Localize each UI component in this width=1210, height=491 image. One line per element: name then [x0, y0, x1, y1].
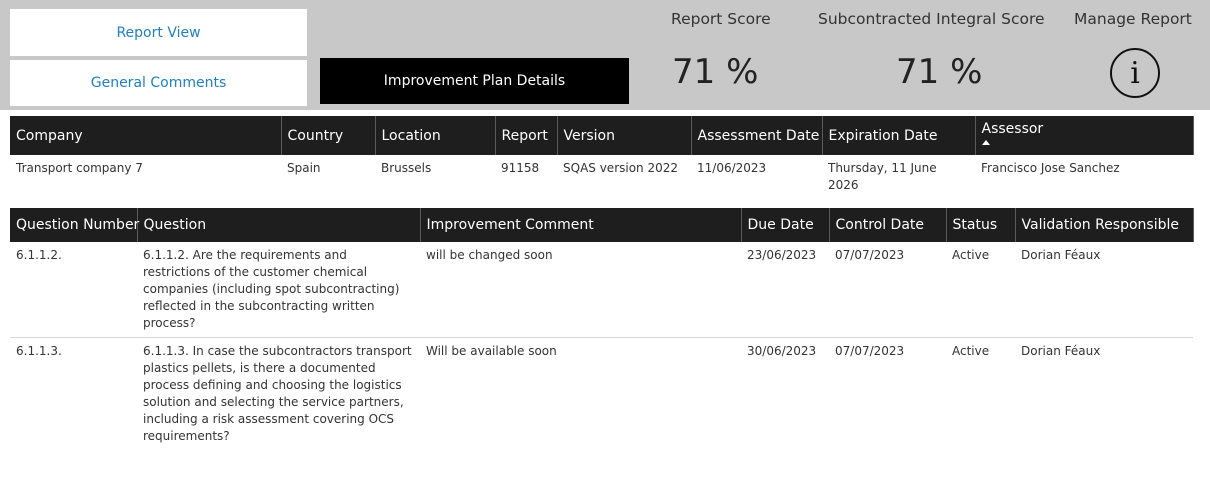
cell-status: Active: [952, 344, 990, 358]
report-header-row: Company Country Location Report Version …: [10, 116, 1194, 155]
col-due-date[interactable]: Due Date: [741, 208, 830, 242]
report-view-button[interactable]: Report View: [10, 9, 307, 56]
cell-assessor: Francisco Jose Sanchez: [981, 161, 1120, 175]
cell-question: 6.1.1.3. In case the subcontractors tran…: [143, 344, 412, 443]
cell-question-number: 6.1.1.3.: [16, 344, 62, 358]
col-report[interactable]: Report: [495, 116, 558, 155]
manage-report-label: Manage Report: [1074, 10, 1192, 28]
col-question-number[interactable]: Question Number: [10, 208, 139, 242]
col-assessment-date[interactable]: Assessment Date: [691, 116, 823, 155]
col-location[interactable]: Location: [375, 116, 496, 155]
cell-due-date: 30/06/2023: [747, 344, 817, 358]
col-company[interactable]: Company: [10, 116, 282, 155]
cell-question-number: 6.1.1.2.: [10, 242, 137, 338]
improvement-plan-table: Question Number Question Improvement Com…: [10, 208, 1194, 450]
report-score-label: Report Score: [671, 10, 771, 28]
cell-control-date: 07/07/2023: [835, 344, 905, 358]
col-control-date[interactable]: Control Date: [829, 208, 947, 242]
improvement-plan-button[interactable]: Improvement Plan Details: [320, 58, 629, 104]
cell-company: Transport company 7: [16, 161, 143, 175]
col-status[interactable]: Status: [946, 208, 1016, 242]
report-score-value: 71 %: [672, 52, 759, 92]
col-assessor-label: Assessor: [981, 121, 1044, 137]
col-validation-responsible[interactable]: Validation Responsible: [1015, 208, 1194, 242]
integral-score-value: 71 %: [896, 52, 983, 92]
col-version[interactable]: Version: [557, 116, 692, 155]
integral-score-label: Subcontracted Integral Score: [818, 10, 1045, 28]
report-info-table: Company Country Location Report Version …: [10, 116, 1194, 199]
cell-version: SQAS version 2022: [563, 161, 679, 175]
table-row: 6.1.1.3. 6.1.1.3. In case the subcontrac…: [10, 338, 1193, 451]
cell-assessment-date: 11/06/2023: [697, 161, 767, 175]
cell-country: Spain: [287, 161, 321, 175]
cell-due-date: 23/06/2023: [741, 242, 829, 338]
sort-ascending-icon: [981, 140, 990, 145]
cell-expiration-date: Thursday, 11 June 2026: [828, 161, 937, 192]
cell-responsible: Dorian Féaux: [1015, 242, 1193, 338]
cell-comment: will be changed soon: [420, 242, 741, 338]
col-improvement-comment[interactable]: Improvement Comment: [420, 208, 742, 242]
cell-report: 91158: [501, 161, 540, 175]
col-assessor[interactable]: Assessor: [975, 116, 1194, 155]
cell-question: 6.1.1.2. Are the requirements and restri…: [137, 242, 420, 338]
table-row: Transport company 7 Spain Brussels 91158…: [10, 155, 1193, 199]
cell-control-date: 07/07/2023: [829, 242, 946, 338]
col-country[interactable]: Country: [281, 116, 376, 155]
plan-header-row: Question Number Question Improvement Com…: [10, 208, 1194, 242]
cell-responsible: Dorian Féaux: [1021, 344, 1101, 358]
info-icon[interactable]: i: [1110, 48, 1160, 98]
col-expiration-date[interactable]: Expiration Date: [822, 116, 976, 155]
cell-location: Brussels: [381, 161, 432, 175]
col-question[interactable]: Question: [137, 208, 421, 242]
table-row: 6.1.1.2. 6.1.1.2. Are the requirements a…: [10, 242, 1193, 338]
general-comments-button[interactable]: General Comments: [10, 60, 307, 106]
cell-status: Active: [946, 242, 1015, 338]
cell-comment: Will be available soon: [426, 344, 557, 358]
